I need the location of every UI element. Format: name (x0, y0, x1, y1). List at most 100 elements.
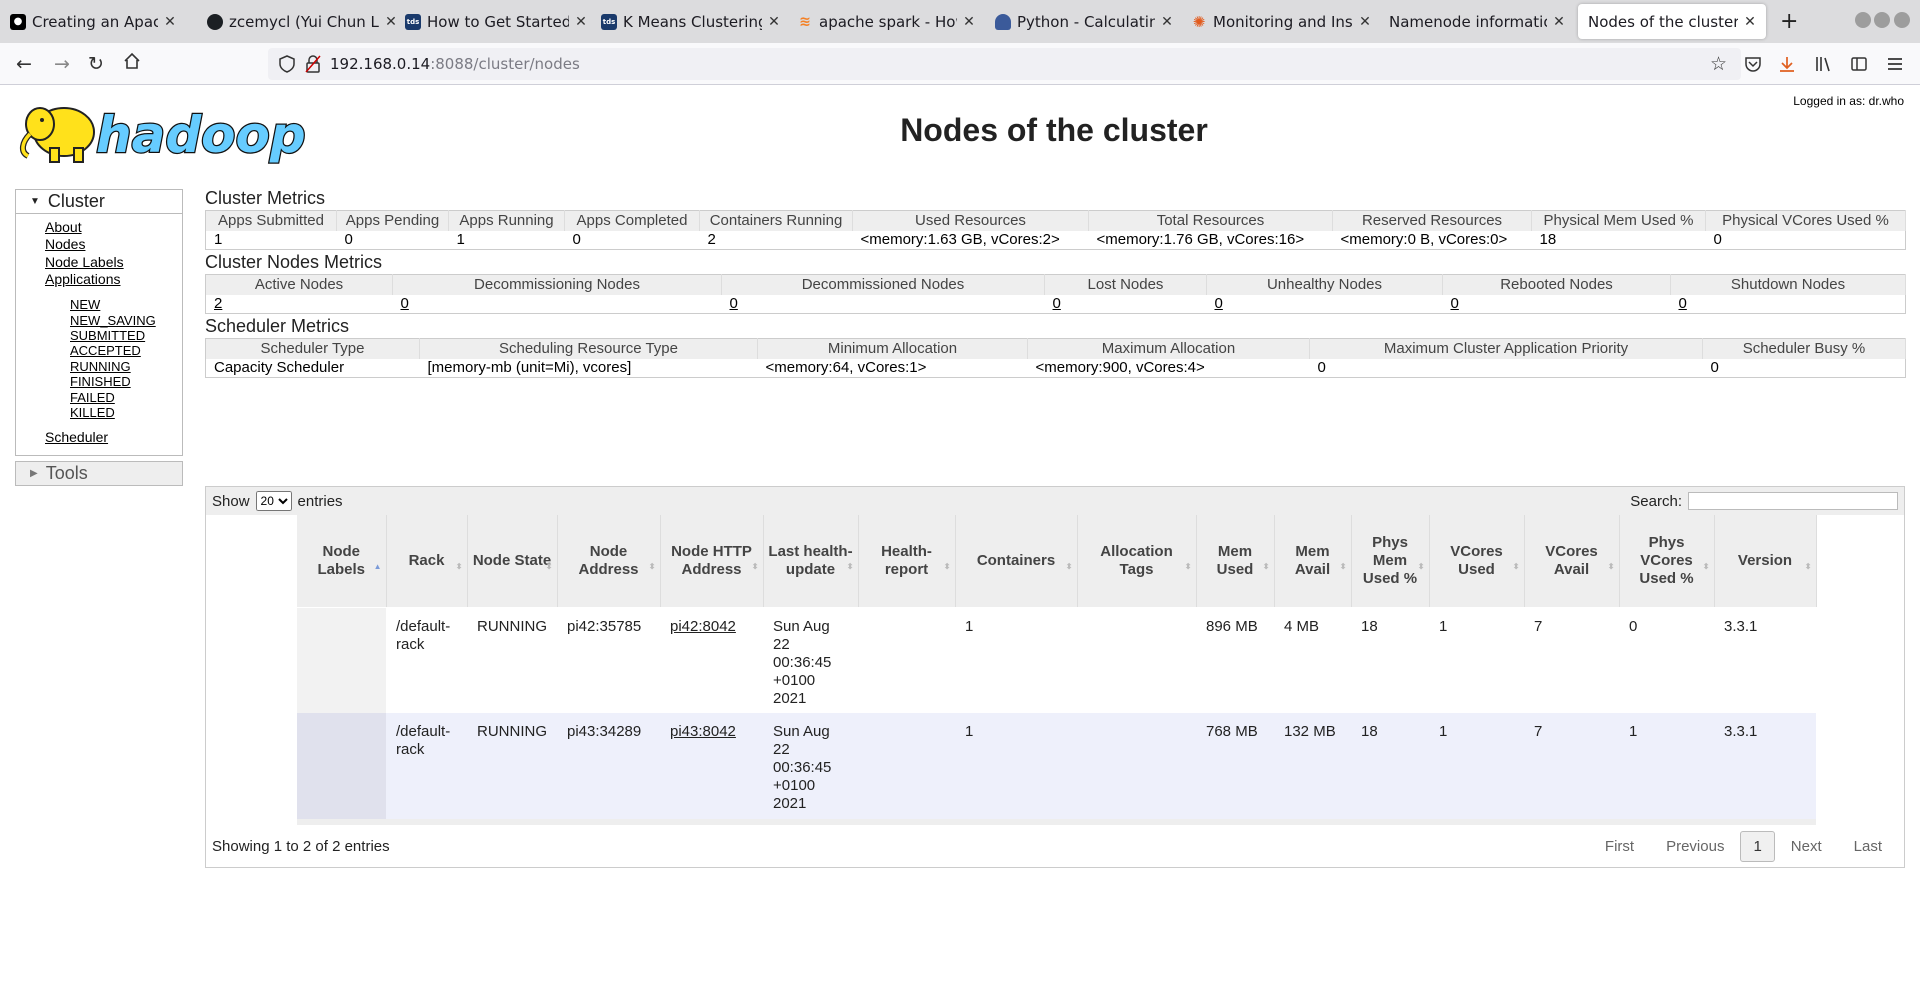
nodes-table: Node Labels ▲ Rack ⬍ Node State ⬍ Node Addr… (297, 515, 1817, 819)
cell-vcores-used: 1 (1429, 607, 1524, 713)
nav-link-applications[interactable]: Applications (45, 271, 182, 288)
browser-tab[interactable]: Namenode information ✕ (1379, 4, 1575, 39)
current-page-button[interactable]: 1 (1740, 830, 1775, 862)
column-header-mem-used[interactable]: Mem Used ⬍ (1196, 515, 1275, 608)
library-icon[interactable] (1812, 53, 1834, 75)
browser-tab[interactable]: ● Creating an Apache S ✕ (2, 4, 186, 39)
close-icon[interactable]: ✕ (162, 14, 178, 30)
nav-link-node-labels[interactable]: Node Labels (45, 254, 182, 271)
menu-icon[interactable] (1884, 53, 1906, 75)
nav-link-app-state[interactable]: NEW_SAVING (70, 313, 182, 328)
url-host: 192.168.0.14 (330, 55, 431, 73)
close-icon[interactable]: ✕ (1159, 14, 1175, 30)
tools-menu-label: Tools (45, 462, 88, 483)
search-input[interactable] (1688, 492, 1898, 510)
home-icon[interactable] (120, 52, 144, 76)
browser-tab[interactable]: zcemycl (Yui Chun Le ✕ (199, 4, 407, 39)
nav-link-app-state[interactable]: SUBMITTED (70, 328, 182, 343)
browser-tab[interactable]: ≋ apache spark - How t ✕ (789, 4, 985, 39)
close-icon[interactable]: ✕ (1742, 14, 1758, 30)
nav-link-app-state[interactable]: ACCEPTED (70, 343, 182, 358)
url-bar[interactable]: 192.168.0.14:8088/cluster/nodes ☆ (268, 48, 1741, 80)
shield-icon[interactable] (278, 55, 296, 73)
nav-link-app-state[interactable]: NEW (70, 297, 182, 312)
metric-header: Lost Nodes (1044, 274, 1207, 295)
first-page-button[interactable]: First (1589, 838, 1650, 855)
previous-page-button[interactable]: Previous (1650, 838, 1740, 855)
cell-version: 3.3.1 (1714, 713, 1816, 819)
column-header-node-http-address[interactable]: Node HTTP Address ⬍ (660, 515, 764, 608)
next-page-button[interactable]: Next (1775, 838, 1838, 855)
column-header-rack[interactable]: Rack ⬍ (386, 515, 468, 608)
nav-link-app-state[interactable]: FINISHED (70, 374, 182, 389)
browser-tab-active[interactable]: Nodes of the cluster ✕ (1578, 4, 1766, 39)
pocket-icon[interactable] (1742, 53, 1764, 75)
nav-link-nodes[interactable]: Nodes (45, 236, 182, 253)
tab-bar: ● Creating an Apache S ✕ zcemycl (Yui Ch… (0, 0, 1920, 43)
nav-link-scheduler[interactable]: Scheduler (45, 429, 182, 446)
decommissioning-nodes-link[interactable]: 0 (401, 295, 409, 312)
entries-select[interactable]: 20 (255, 491, 292, 511)
column-header-vcores-avail[interactable]: VCores Avail ⬍ (1524, 515, 1620, 608)
new-tab-button[interactable]: + (1780, 9, 1798, 34)
close-window-button[interactable] (1894, 12, 1910, 28)
minimize-window-button[interactable] (1855, 12, 1871, 28)
maximize-window-button[interactable] (1874, 12, 1890, 28)
column-header-node-address[interactable]: Node Address ⬍ (557, 515, 661, 608)
cell-last-health-update: Sun Aug 22 00:36:45 +0100 2021 (763, 713, 858, 819)
node-http-link[interactable]: pi42:8042 (670, 618, 736, 635)
download-icon[interactable] (1776, 53, 1798, 75)
browser-tab[interactable]: ✺ Monitoring and Instr ✕ (1183, 4, 1381, 39)
back-icon[interactable]: ← (12, 52, 36, 76)
nav-link-about[interactable]: About (45, 219, 182, 236)
close-icon[interactable]: ✕ (766, 14, 782, 30)
column-header-vcores-used[interactable]: VCores Used ⬍ (1429, 515, 1525, 608)
unhealthy-nodes-link[interactable]: 0 (1215, 295, 1223, 312)
browser-tab[interactable]: Python - Calculating ✕ (987, 4, 1183, 39)
lost-nodes-link[interactable]: 0 (1053, 295, 1061, 312)
sort-icon: ⬍ (1804, 562, 1812, 571)
bookmark-star-icon[interactable]: ☆ (1710, 53, 1727, 75)
column-header-mem-avail[interactable]: Mem Avail ⬍ (1274, 515, 1352, 608)
sidebar-icon[interactable] (1848, 53, 1870, 75)
forward-icon[interactable]: → (50, 52, 74, 76)
insecure-lock-icon[interactable] (304, 55, 322, 73)
metric-header: Rebooted Nodes (1442, 274, 1671, 295)
decommissioned-nodes-link[interactable]: 0 (730, 295, 738, 312)
close-icon[interactable]: ✕ (1551, 14, 1567, 30)
cluster-metrics-title: Cluster Metrics (205, 188, 326, 208)
node-http-link[interactable]: pi43:8042 (670, 723, 736, 740)
url-text[interactable]: 192.168.0.14:8088/cluster/nodes (330, 55, 580, 73)
last-page-button[interactable]: Last (1838, 838, 1898, 855)
cluster-menu-header[interactable]: ▼ Cluster (16, 190, 182, 214)
browser-tab[interactable]: tds How to Get Started w ✕ (397, 4, 597, 39)
nav-link-app-state[interactable]: KILLED (70, 405, 182, 420)
browser-tab[interactable]: tds K Means Clustering u ✕ (593, 4, 790, 39)
column-header-last-health-update[interactable]: Last health-update ⬍ (763, 515, 859, 608)
metric-value: 0 (1317, 359, 1326, 377)
close-icon[interactable]: ✕ (1357, 14, 1373, 30)
nav-link-app-state[interactable]: FAILED (70, 390, 182, 405)
reload-icon[interactable]: ↻ (84, 52, 108, 76)
column-header-health-report[interactable]: Health-report ⬍ (858, 515, 956, 608)
rebooted-nodes-link[interactable]: 0 (1451, 295, 1459, 312)
cell-containers: 1 (955, 607, 1077, 713)
column-header-version[interactable]: Version ⬍ (1714, 515, 1817, 608)
column-header-node-state[interactable]: Node State ⬍ (467, 515, 558, 608)
cell-health-report (858, 713, 955, 819)
tools-menu-header[interactable]: ▶ Tools (15, 460, 183, 486)
stackoverflow-icon: ≋ (799, 13, 811, 30)
shutdown-nodes-link[interactable]: 0 (1679, 295, 1687, 312)
column-header-containers[interactable]: Containers ⬍ (955, 515, 1078, 608)
metric-header: Minimum Allocation (757, 338, 1028, 359)
column-header-allocation-tags[interactable]: Allocation Tags ⬍ (1077, 515, 1197, 608)
nav-link-app-state[interactable]: RUNNING (70, 359, 182, 374)
column-header-node-labels[interactable]: Node Labels ▲ (297, 515, 387, 608)
close-icon[interactable]: ✕ (961, 14, 977, 30)
sort-icon: ⬍ (1339, 562, 1347, 571)
column-header-phys-vcores-used[interactable]: Phys VCores Used % ⬍ (1619, 515, 1715, 608)
active-nodes-link[interactable]: 2 (214, 295, 222, 312)
close-icon[interactable]: ✕ (573, 14, 589, 30)
column-header-phys-mem-used[interactable]: Phys Mem Used % ⬍ (1351, 515, 1430, 608)
cluster-menu: ▼ Cluster About Nodes Node Labels Applic… (15, 189, 183, 456)
